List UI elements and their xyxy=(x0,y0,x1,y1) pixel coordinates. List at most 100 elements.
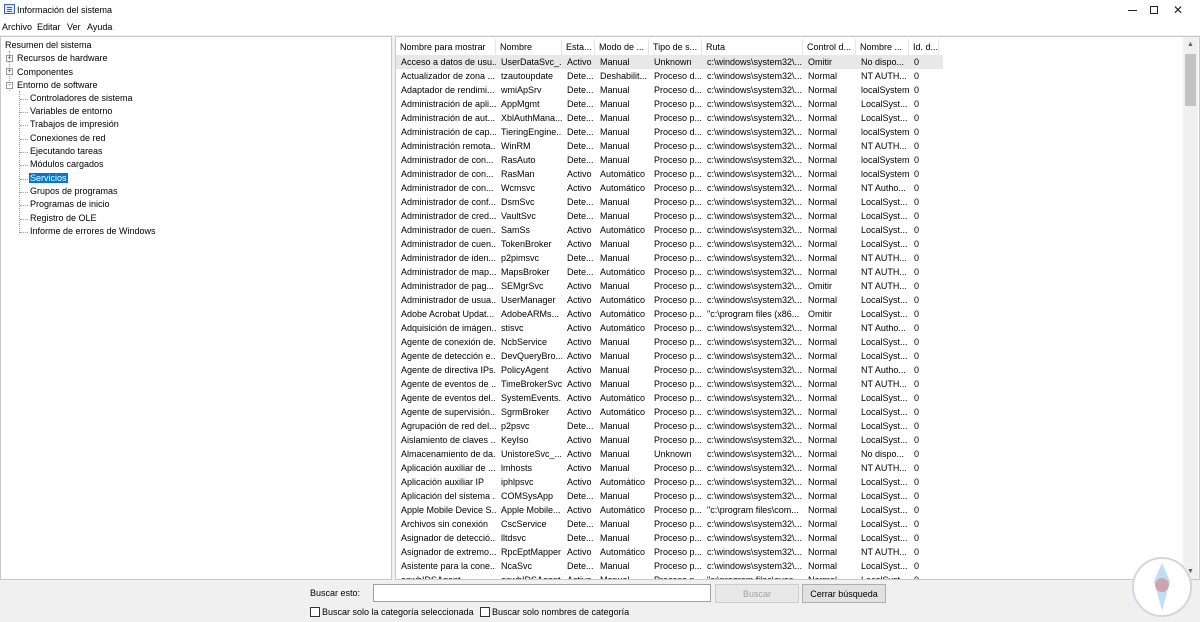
table-row[interactable]: Administrador de cuen... SamSs Activo Autom… xyxy=(396,223,1186,237)
table-row[interactable]: Adobe Acrobat Updat... AdobeARMs... Activo… xyxy=(396,307,1186,321)
column-header[interactable]: Nombre ... xyxy=(856,39,909,55)
column-header[interactable]: Ruta xyxy=(702,39,803,55)
table-cell: c:\windows\system32\... xyxy=(707,393,803,403)
services-table[interactable]: Nombre para mostrar Nombre Esta... Modo de … xyxy=(395,36,1200,580)
table-row[interactable]: Administración remota... WinRM Dete... Manu… xyxy=(396,139,1186,153)
table-cell: 0 xyxy=(914,99,920,109)
check-category-names[interactable]: Buscar solo nombres de categoría xyxy=(480,606,629,618)
column-header[interactable]: Control d... xyxy=(803,39,856,55)
collapse-icon[interactable]: - xyxy=(6,82,13,89)
table-row[interactable]: Administrador de cuen... TokenBroker Activ… xyxy=(396,237,1186,251)
tree-item-informe-de-errores-de-windows[interactable]: Informe de errores de Windows xyxy=(29,225,157,237)
table-cell: LocalSyst... xyxy=(861,309,908,319)
table-cell: Activo xyxy=(567,435,592,445)
scroll-up-icon[interactable]: ▲ xyxy=(1183,37,1198,52)
column-header[interactable]: Nombre para mostrar xyxy=(396,39,496,55)
column-header[interactable]: Nombre xyxy=(496,39,562,55)
table-row[interactable]: Apple Mobile Device S... Apple Mobile... A… xyxy=(396,503,1186,517)
tree-item-controladores-de-sistema[interactable]: Controladores de sistema xyxy=(29,92,134,104)
menu-ver[interactable]: Ver xyxy=(67,22,81,32)
tree-item-ejecutando-tareas[interactable]: Ejecutando tareas xyxy=(29,145,104,157)
tree-item-resumen[interactable]: Resumen del sistema xyxy=(4,39,93,51)
table-row[interactable]: Agente de detección e... DevQueryBro... Ac… xyxy=(396,349,1186,363)
category-tree[interactable]: Resumen del sistema + Recursos de hardwa… xyxy=(0,36,392,580)
tree-item-trabajos-de-impresi-n[interactable]: Trabajos de impresión xyxy=(29,118,120,130)
table-cell: c:\windows\system32\... xyxy=(707,169,803,179)
table-row[interactable]: Administrador de con... RasMan Activo Autom… xyxy=(396,167,1186,181)
menu-archivo[interactable]: Archivo xyxy=(2,22,32,32)
close-button[interactable]: ✕ xyxy=(1156,0,1200,20)
table-row[interactable]: Agente de directiva IPs... PolicyAgent Act… xyxy=(396,363,1186,377)
tree-item-programas-de-inicio[interactable]: Programas de inicio xyxy=(29,198,111,210)
table-row[interactable]: Archivos sin conexión CscService Dete... Ma… xyxy=(396,517,1186,531)
table-row[interactable]: Actualizador de zona ... tzautoupdate Dete… xyxy=(396,69,1186,83)
table-row[interactable]: Asignador de detecció... lltdsvc Dete... Ma… xyxy=(396,531,1186,545)
tree-item-variables-de-entorno[interactable]: Variables de entorno xyxy=(29,105,113,117)
check-selected-category[interactable]: Buscar solo la categoría seleccionada xyxy=(310,606,474,618)
table-row[interactable]: Agente de conexión de... NcbService Activo… xyxy=(396,335,1186,349)
table-row[interactable]: Administrador de conf... DsmSvc Dete... Man… xyxy=(396,195,1186,209)
tree-item-m-dulos-cargados[interactable]: Módulos cargados xyxy=(29,158,105,170)
table-cell: c:\windows\system32\... xyxy=(707,365,803,375)
tree-item-componentes[interactable]: Componentes xyxy=(16,66,74,78)
table-row[interactable]: Administración de apli... AppMgmt Dete... M… xyxy=(396,97,1186,111)
menu-ayuda[interactable]: Ayuda xyxy=(87,22,112,32)
table-cell: c:\windows\system32\... xyxy=(707,141,803,151)
table-row[interactable]: Aplicación auxiliar IP iphlpsvc Activo Auto… xyxy=(396,475,1186,489)
table-row[interactable]: Adaptador de rendimi... wmiApSrv Dete... Ma… xyxy=(396,83,1186,97)
table-row[interactable]: Almacenamiento de da... UnistoreSvc_... Ac… xyxy=(396,447,1186,461)
table-row[interactable]: Asignador de extremo... RpcEptMapper Activ… xyxy=(396,545,1186,559)
table-cell: localSystem xyxy=(861,127,909,137)
tree-item-servicios[interactable]: Servicios xyxy=(29,172,68,184)
search-input[interactable] xyxy=(373,584,711,602)
scroll-thumb[interactable] xyxy=(1185,54,1196,106)
table-row[interactable]: Administrador de cred... VaultSvc Dete... M… xyxy=(396,209,1186,223)
vertical-scrollbar[interactable]: ▲ ▼ xyxy=(1183,37,1198,579)
table-row[interactable]: Agente de supervisión... SgrmBroker Activo… xyxy=(396,405,1186,419)
table-row[interactable]: Aplicación del sistema ... COMSysApp Dete.… xyxy=(396,489,1186,503)
table-row[interactable]: Adquisición de imágen... stisvc Activo Auto… xyxy=(396,321,1186,335)
table-cell: LocalSyst... xyxy=(861,505,908,515)
table-cell: Dete... xyxy=(567,197,594,207)
table-cell: Administración de apli... xyxy=(401,99,496,109)
column-header[interactable]: Id. d... xyxy=(909,39,939,55)
table-cell: 0 xyxy=(914,85,920,95)
expand-icon[interactable]: + xyxy=(6,68,13,75)
table-row[interactable]: Agente de eventos del... SystemEvents... A… xyxy=(396,391,1186,405)
column-header[interactable]: Modo de ... xyxy=(595,39,649,55)
table-row[interactable]: Administrador de iden... p2pimsvc Dete... M… xyxy=(396,251,1186,265)
table-cell: Administrador de cuen... xyxy=(401,239,496,249)
table-cell: TimeBrokerSvc xyxy=(501,379,562,389)
tree-item-recursos-hardware[interactable]: Recursos de hardware xyxy=(16,52,109,64)
table-cell: Normal xyxy=(808,561,838,571)
menu-editar[interactable]: Editar xyxy=(37,22,61,32)
column-header[interactable]: Tipo de s... xyxy=(649,39,702,55)
search-button[interactable]: Buscar xyxy=(715,584,799,603)
table-row[interactable]: Administración de cap... TieringEngine...… xyxy=(396,125,1186,139)
table-row[interactable]: Administración de aut... XblAuthMana... De… xyxy=(396,111,1186,125)
table-row[interactable]: Administrador de con... RasAuto Dete... Man… xyxy=(396,153,1186,167)
tree-item-registro-de-ole[interactable]: Registro de OLE xyxy=(29,212,98,224)
table-row[interactable]: Asistente para la cone... NcaSvc Dete... Ma… xyxy=(396,559,1186,573)
tree-item-grupos-de-programas[interactable]: Grupos de programas xyxy=(29,185,119,197)
expand-icon[interactable]: + xyxy=(6,55,13,62)
table-row[interactable]: aswbIDSAgent aswbIDSAgent Activo Manual Proc… xyxy=(396,573,1186,579)
table-row[interactable]: Agrupación de red del... p2psvc Dete... Man… xyxy=(396,419,1186,433)
table-row[interactable]: Aislamiento de claves ... KeyIso Activo Man… xyxy=(396,433,1186,447)
table-row[interactable]: Administrador de pag... SEMgrSvc Activo Man… xyxy=(396,279,1186,293)
tree-item-conexiones-de-red[interactable]: Conexiones de red xyxy=(29,132,107,144)
column-header[interactable]: Esta... xyxy=(562,39,595,55)
table-cell: c:\windows\system32\... xyxy=(707,99,803,109)
table-cell: Administrador de con... xyxy=(401,169,494,179)
table-row[interactable]: Acceso a datos de usu... UserDataSvc_... A… xyxy=(396,55,943,69)
table-cell: Proceso p... xyxy=(654,477,702,487)
table-row[interactable]: Administrador de usua... UserManager Activ… xyxy=(396,293,1186,307)
table-row[interactable]: Administrador de con... Wcmsvc Activo Autom… xyxy=(396,181,1186,195)
table-row[interactable]: Administrador de map... MapsBroker Dete...… xyxy=(396,265,1186,279)
checkbox[interactable] xyxy=(310,607,320,617)
tree-item-entorno-software[interactable]: Entorno de software xyxy=(16,79,99,91)
close-search-button[interactable]: Cerrar búsqueda xyxy=(802,584,886,603)
table-row[interactable]: Agente de eventos de ... TimeBrokerSvc Act… xyxy=(396,377,1186,391)
table-row[interactable]: Aplicación auxiliar de ... lmhosts Activo M… xyxy=(396,461,1186,475)
checkbox[interactable] xyxy=(480,607,490,617)
